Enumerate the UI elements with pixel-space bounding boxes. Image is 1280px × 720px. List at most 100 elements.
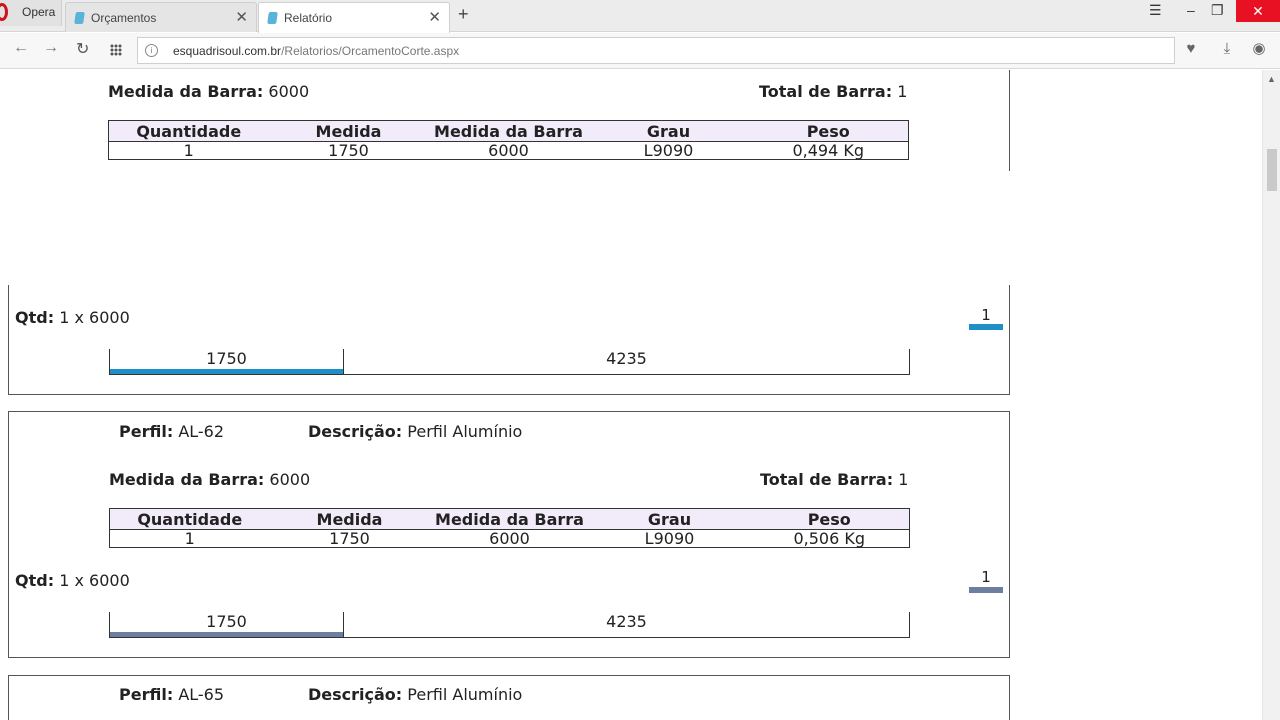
cell-peso: 0,494 Kg <box>748 141 909 160</box>
navigation-bar: ← → ↻ i esquadrisoul.com.br/Relatorios/O… <box>0 33 1280 69</box>
new-tab-button[interactable]: + <box>458 4 469 25</box>
bar-segment-remainder: 4235 <box>344 612 909 638</box>
bar-total-label: Total de Barra: <box>759 82 893 101</box>
cell-peso: 0,506 Kg <box>749 529 910 548</box>
tab-menu-icon[interactable]: ☰ <box>1149 2 1162 19</box>
descricao-field: Descrição: Perfil Alumínio <box>308 685 522 704</box>
qtd-label: Qtd: <box>15 308 55 327</box>
scroll-up-icon[interactable]: ▲ <box>1267 74 1276 84</box>
tab-label: Orçamentos <box>91 11 157 25</box>
url-path: /Relatorios/OrcamentoCorte.aspx <box>281 44 460 58</box>
restore-icon[interactable]: ❐ <box>1211 2 1224 19</box>
profile-block-1-header: Medida da Barra: 6000 Total de Barra: 1 … <box>8 70 1010 171</box>
cell-grau: L9090 <box>588 141 749 160</box>
cell-medida: 1750 <box>268 141 429 160</box>
bar-length-value: 6000 <box>269 470 311 489</box>
cut-bar-diagram: 1750 4235 <box>109 612 910 638</box>
perfil-field: Perfil: AL-62 <box>119 422 224 441</box>
col-grau: Grau <box>589 508 750 530</box>
site-favicon-icon <box>267 12 278 24</box>
opera-menu-button[interactable]: Opera <box>0 0 62 26</box>
bar-segment-cut: 1750 <box>110 612 343 638</box>
bar-baseline <box>110 636 909 638</box>
bar-length-value: 6000 <box>268 82 310 101</box>
tab-bar: Opera Orçamentos ✕ Relatório ✕ + ☰ – ❐ ✕ <box>0 0 1280 33</box>
col-medida: Medida <box>269 508 430 530</box>
heart-icon[interactable]: ♥ <box>1182 40 1200 58</box>
table-row: 1 1750 6000 L9090 0,506 Kg <box>109 529 910 548</box>
download-icon[interactable]: ⤓ <box>1218 40 1236 58</box>
perfil-field: Perfil: AL-65 <box>119 685 224 704</box>
profile-block-3: Perfil: AL-65 Descrição: Perfil Alumínio <box>8 675 1010 720</box>
perfil-label: Perfil: <box>119 685 174 704</box>
site-favicon-icon <box>74 12 85 24</box>
window-close-icon[interactable]: ✕ <box>1236 0 1280 22</box>
col-peso: Peso <box>748 120 909 142</box>
descricao-field: Descrição: Perfil Alumínio <box>308 422 522 441</box>
cell-grau: L9090 <box>589 529 750 548</box>
cell-medida-barra: 6000 <box>428 141 589 160</box>
speed-dial-icon[interactable] <box>110 44 122 56</box>
col-grau: Grau <box>588 120 749 142</box>
profile-block-1-cut-plan: Qtd: 1 x 6000 1 1750 4235 <box>8 285 1010 395</box>
descricao-label: Descrição: <box>308 685 403 704</box>
tab-relatorio[interactable]: Relatório ✕ <box>258 2 450 33</box>
table-row: 1 1750 6000 L9090 0,494 Kg <box>108 141 909 160</box>
perfil-value: AL-65 <box>178 685 225 704</box>
cut-spec-table: Quantidade Medida Medida da Barra Grau P… <box>108 120 909 160</box>
scrollbar-thumb[interactable] <box>1267 149 1277 191</box>
tab-close-icon[interactable]: ✕ <box>235 8 248 26</box>
segment-cut-label: 1750 <box>206 349 247 368</box>
bar-length-field: Medida da Barra: 6000 <box>109 470 310 489</box>
bar-segment-remainder: 4235 <box>344 349 909 375</box>
bar-total-label: Total de Barra: <box>760 470 894 489</box>
segment-remainder-label: 4235 <box>606 612 647 631</box>
cell-medida-barra: 6000 <box>429 529 590 548</box>
col-medida-barra: Medida da Barra <box>429 508 590 530</box>
cell-medida: 1750 <box>269 529 430 548</box>
legend-count: 1 <box>981 568 991 586</box>
bar-length-label: Medida da Barra: <box>109 470 265 489</box>
cell-quantidade: 1 <box>108 141 269 160</box>
bar-total-value: 1 <box>898 470 909 489</box>
opera-logo-icon <box>0 3 8 21</box>
descricao-value: Perfil Alumínio <box>407 422 523 441</box>
segment-cut-label: 1750 <box>206 612 247 631</box>
minimize-icon[interactable]: – <box>1187 2 1195 18</box>
qtd-value: 1 x 6000 <box>59 571 130 590</box>
perfil-value: AL-62 <box>178 422 225 441</box>
table-header-row: Quantidade Medida Medida da Barra Grau P… <box>109 508 910 530</box>
tab-orcamentos[interactable]: Orçamentos ✕ <box>65 2 257 32</box>
legend-color-swatch <box>969 324 1003 330</box>
url-text[interactable]: esquadrisoul.com.br/Relatorios/Orcamento… <box>173 44 459 58</box>
url-domain: esquadrisoul.com.br <box>173 44 282 58</box>
back-icon[interactable]: ← <box>13 39 29 57</box>
site-info-icon[interactable]: i <box>145 44 158 57</box>
bar-length-field: Medida da Barra: 6000 <box>108 82 309 101</box>
qtd-value: 1 x 6000 <box>59 308 130 327</box>
reload-icon[interactable]: ↻ <box>76 39 89 59</box>
opera-menu-label: Opera <box>22 5 56 19</box>
forward-icon[interactable]: → <box>43 39 59 57</box>
bar-segment-cut: 1750 <box>110 349 343 375</box>
report-page: Medida da Barra: 6000 Total de Barra: 1 … <box>0 70 1262 720</box>
qtd-label: Qtd: <box>15 571 55 590</box>
bar-length-label: Medida da Barra: <box>108 82 264 101</box>
legend-color-swatch <box>969 587 1003 593</box>
col-quantidade: Quantidade <box>109 508 270 530</box>
col-quantidade: Quantidade <box>108 120 269 142</box>
bar-total-field: Total de Barra: 1 <box>759 82 907 101</box>
cut-bar-diagram: 1750 4235 <box>109 349 910 375</box>
col-medida-barra: Medida da Barra <box>428 120 589 142</box>
tab-close-icon[interactable]: ✕ <box>428 8 441 26</box>
profile-block-2: Perfil: AL-62 Descrição: Perfil Alumínio… <box>8 411 1010 658</box>
bar-total-value: 1 <box>897 82 908 101</box>
segment-remainder-label: 4235 <box>606 349 647 368</box>
page-scrollbar[interactable]: ▲ <box>1262 70 1280 720</box>
bar-total-field: Total de Barra: 1 <box>760 470 908 489</box>
col-peso: Peso <box>749 508 910 530</box>
descricao-label: Descrição: <box>308 422 403 441</box>
bar-baseline <box>110 373 909 375</box>
account-icon[interactable]: ◉ <box>1250 40 1268 58</box>
address-bar[interactable]: i esquadrisoul.com.br/Relatorios/Orcamen… <box>137 37 1175 64</box>
